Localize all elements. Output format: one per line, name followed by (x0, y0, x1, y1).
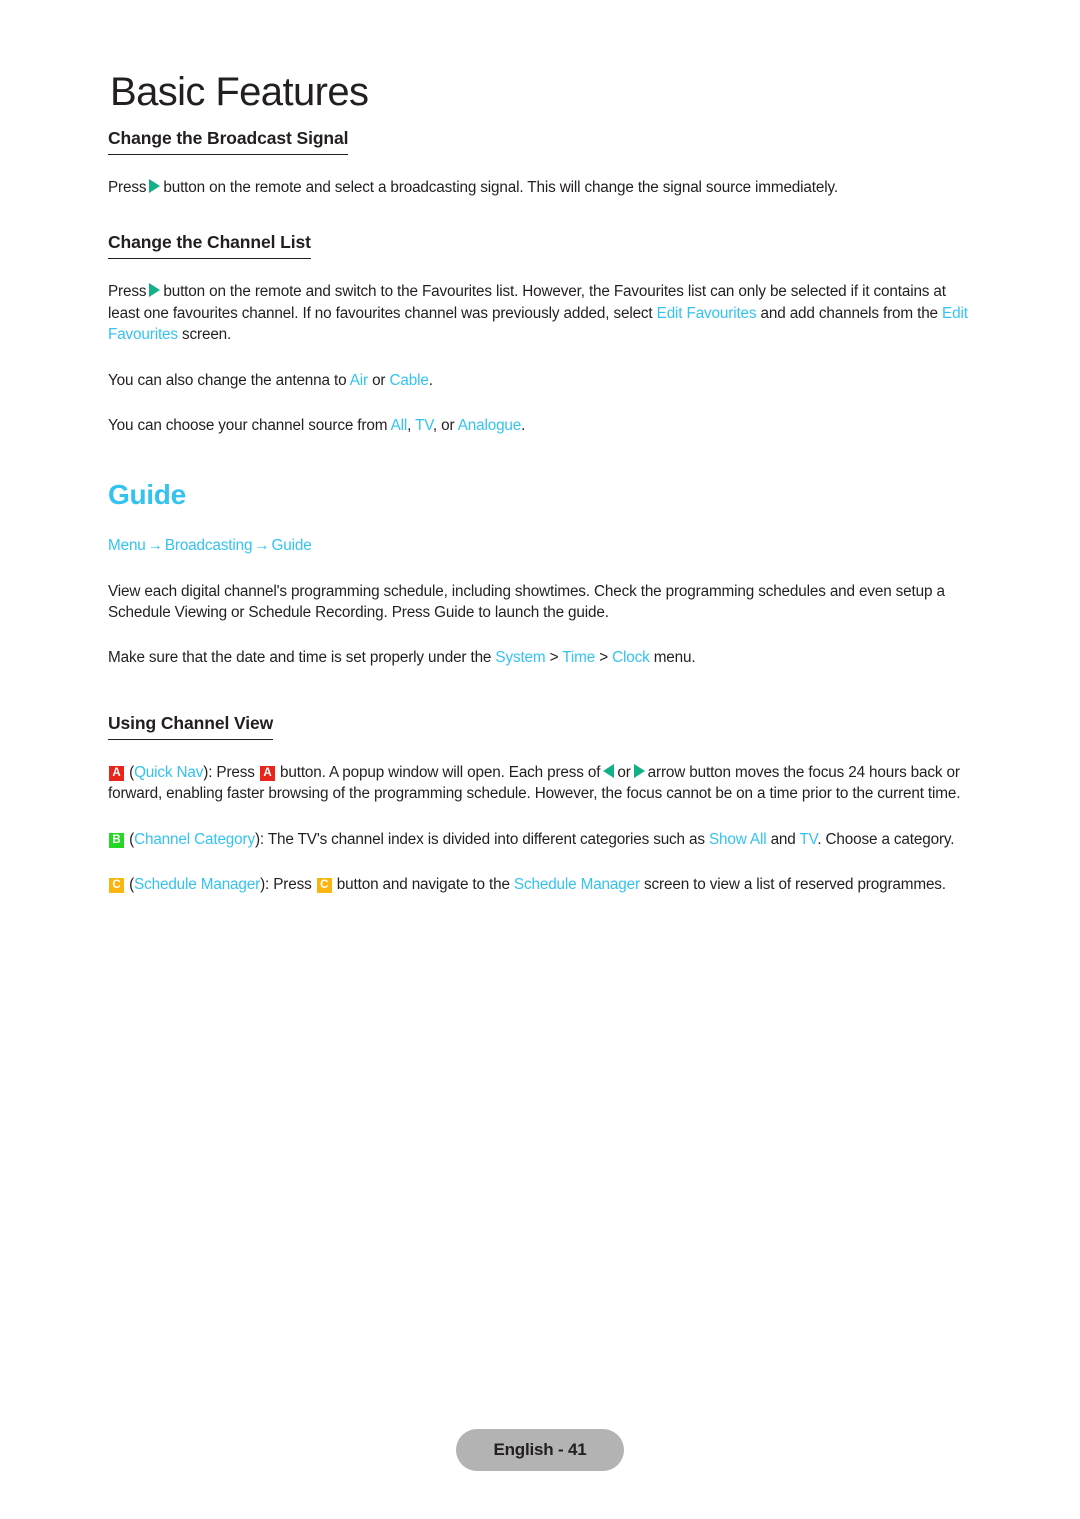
arrow-right-icon (149, 283, 161, 298)
key-badge-c-icon: C (109, 878, 124, 894)
breadcrumb-item-menu: Menu (108, 537, 146, 555)
menu-term-system: System (495, 649, 546, 667)
section-channel-list: Change the Channel List (108, 232, 970, 265)
paragraph-channel-list-2: You can also change the antenna to Air o… (108, 370, 970, 391)
page-masthead: Basic Features (110, 70, 369, 114)
text-fragment: Press (108, 179, 147, 196)
text-fragment: button and navigate to the (336, 876, 510, 894)
text-fragment: , (407, 417, 412, 435)
separator: > (599, 649, 608, 667)
key-badge-c-icon: C (316, 878, 332, 894)
menu-term-air: Air (349, 371, 368, 389)
text-fragment: . Choose a category. (817, 830, 955, 848)
content-column: Change the Broadcast Signal Press button … (108, 128, 970, 895)
text-fragment: button. A popup window will open. Each p… (280, 763, 601, 781)
arrow-left-icon (603, 763, 615, 778)
menu-term-all: All (390, 417, 408, 435)
paragraph-channel-view-c: C (Schedule Manager): Press C button and… (108, 874, 970, 895)
menu-term-edit-favourites: Edit Favourites (656, 304, 757, 322)
menu-term-time: Time (562, 649, 596, 667)
text-fragment: You can choose your channel source from (108, 417, 388, 435)
text-fragment: ): The TV's channel index is divided int… (254, 830, 705, 848)
text-fragment: screen. (182, 326, 232, 344)
text-fragment: and add channels from the (760, 304, 939, 322)
paragraph-guide-2: Make sure that the date and time is set … (108, 647, 970, 668)
key-badge-b-icon: B (109, 832, 124, 848)
text-fragment: screen to view a list of reserved progra… (644, 876, 946, 894)
breadcrumb-item-guide: Guide (271, 537, 312, 555)
heading-change-broadcast-signal: Change the Broadcast Signal (108, 128, 349, 155)
menu-term-schedule-manager: Schedule Manager (513, 876, 640, 894)
arrow-right-icon (633, 763, 645, 778)
paragraph-guide-1: View each digital channel's programming … (108, 582, 945, 622)
page-footer-badge: English - 41 (456, 1429, 624, 1471)
section-broadcast-signal: Change the Broadcast Signal (108, 128, 970, 161)
text-fragment: ): Press (260, 876, 312, 894)
separator: > (549, 649, 559, 667)
menu-term-show-all: Show All (708, 830, 767, 848)
menu-term-tv: TV (799, 830, 818, 848)
heading-guide: Guide (108, 479, 186, 511)
menu-term-channel-category: Channel Category (134, 830, 255, 848)
menu-term-schedule-manager: Schedule Manager (134, 876, 261, 894)
text-fragment: Make sure that the date and time is set … (108, 649, 492, 667)
text-fragment: , or (432, 417, 455, 435)
document-page: Basic Features Change the Broadcast Sign… (0, 0, 1080, 1519)
paragraph-channel-view-a: A (Quick Nav): Press A button. A popup w… (108, 762, 970, 805)
text-fragment: or (372, 371, 386, 389)
text-fragment: . (428, 371, 433, 389)
paragraph-channel-list-1: Press button on the remote and switch to … (108, 281, 970, 345)
text-fragment: or (617, 763, 631, 781)
breadcrumb-arrow-icon: → (254, 537, 270, 555)
heading-using-channel-view: Using Channel View (108, 713, 273, 740)
arrow-right-icon (149, 179, 161, 193)
menu-term-clock: Clock (612, 649, 650, 667)
text-fragment: button on the remote and select a broadc… (163, 179, 838, 196)
paragraph-channel-list-3: You can choose your channel source from … (108, 415, 970, 436)
key-badge-a-icon: A (109, 765, 124, 781)
paragraph-broadcast-signal: Press button on the remote and select a b… (108, 177, 970, 198)
breadcrumb-arrow-icon: → (147, 537, 163, 555)
key-badge-a-icon: A (259, 765, 275, 781)
text-fragment: menu. (653, 649, 696, 667)
text-fragment: Press (108, 283, 147, 301)
text-fragment: You can also change the antenna to (108, 371, 347, 389)
text-fragment: . (521, 417, 526, 435)
breadcrumb: Menu → Broadcasting → Guide (108, 535, 970, 556)
section-using-channel-view: Using Channel View (108, 713, 970, 746)
paragraph-channel-view-b: B (Channel Category): The TV's channel i… (108, 829, 970, 850)
text-fragment: and (770, 830, 796, 848)
menu-term-tv: TV (415, 417, 433, 435)
heading-change-channel-list: Change the Channel List (108, 232, 311, 260)
text-fragment: ): Press (203, 763, 255, 781)
menu-term-analogue: Analogue (457, 417, 522, 435)
breadcrumb-item-broadcasting: Broadcasting (164, 537, 253, 555)
menu-term-cable: Cable (389, 371, 429, 389)
menu-term-quick-nav: Quick Nav (134, 763, 204, 781)
